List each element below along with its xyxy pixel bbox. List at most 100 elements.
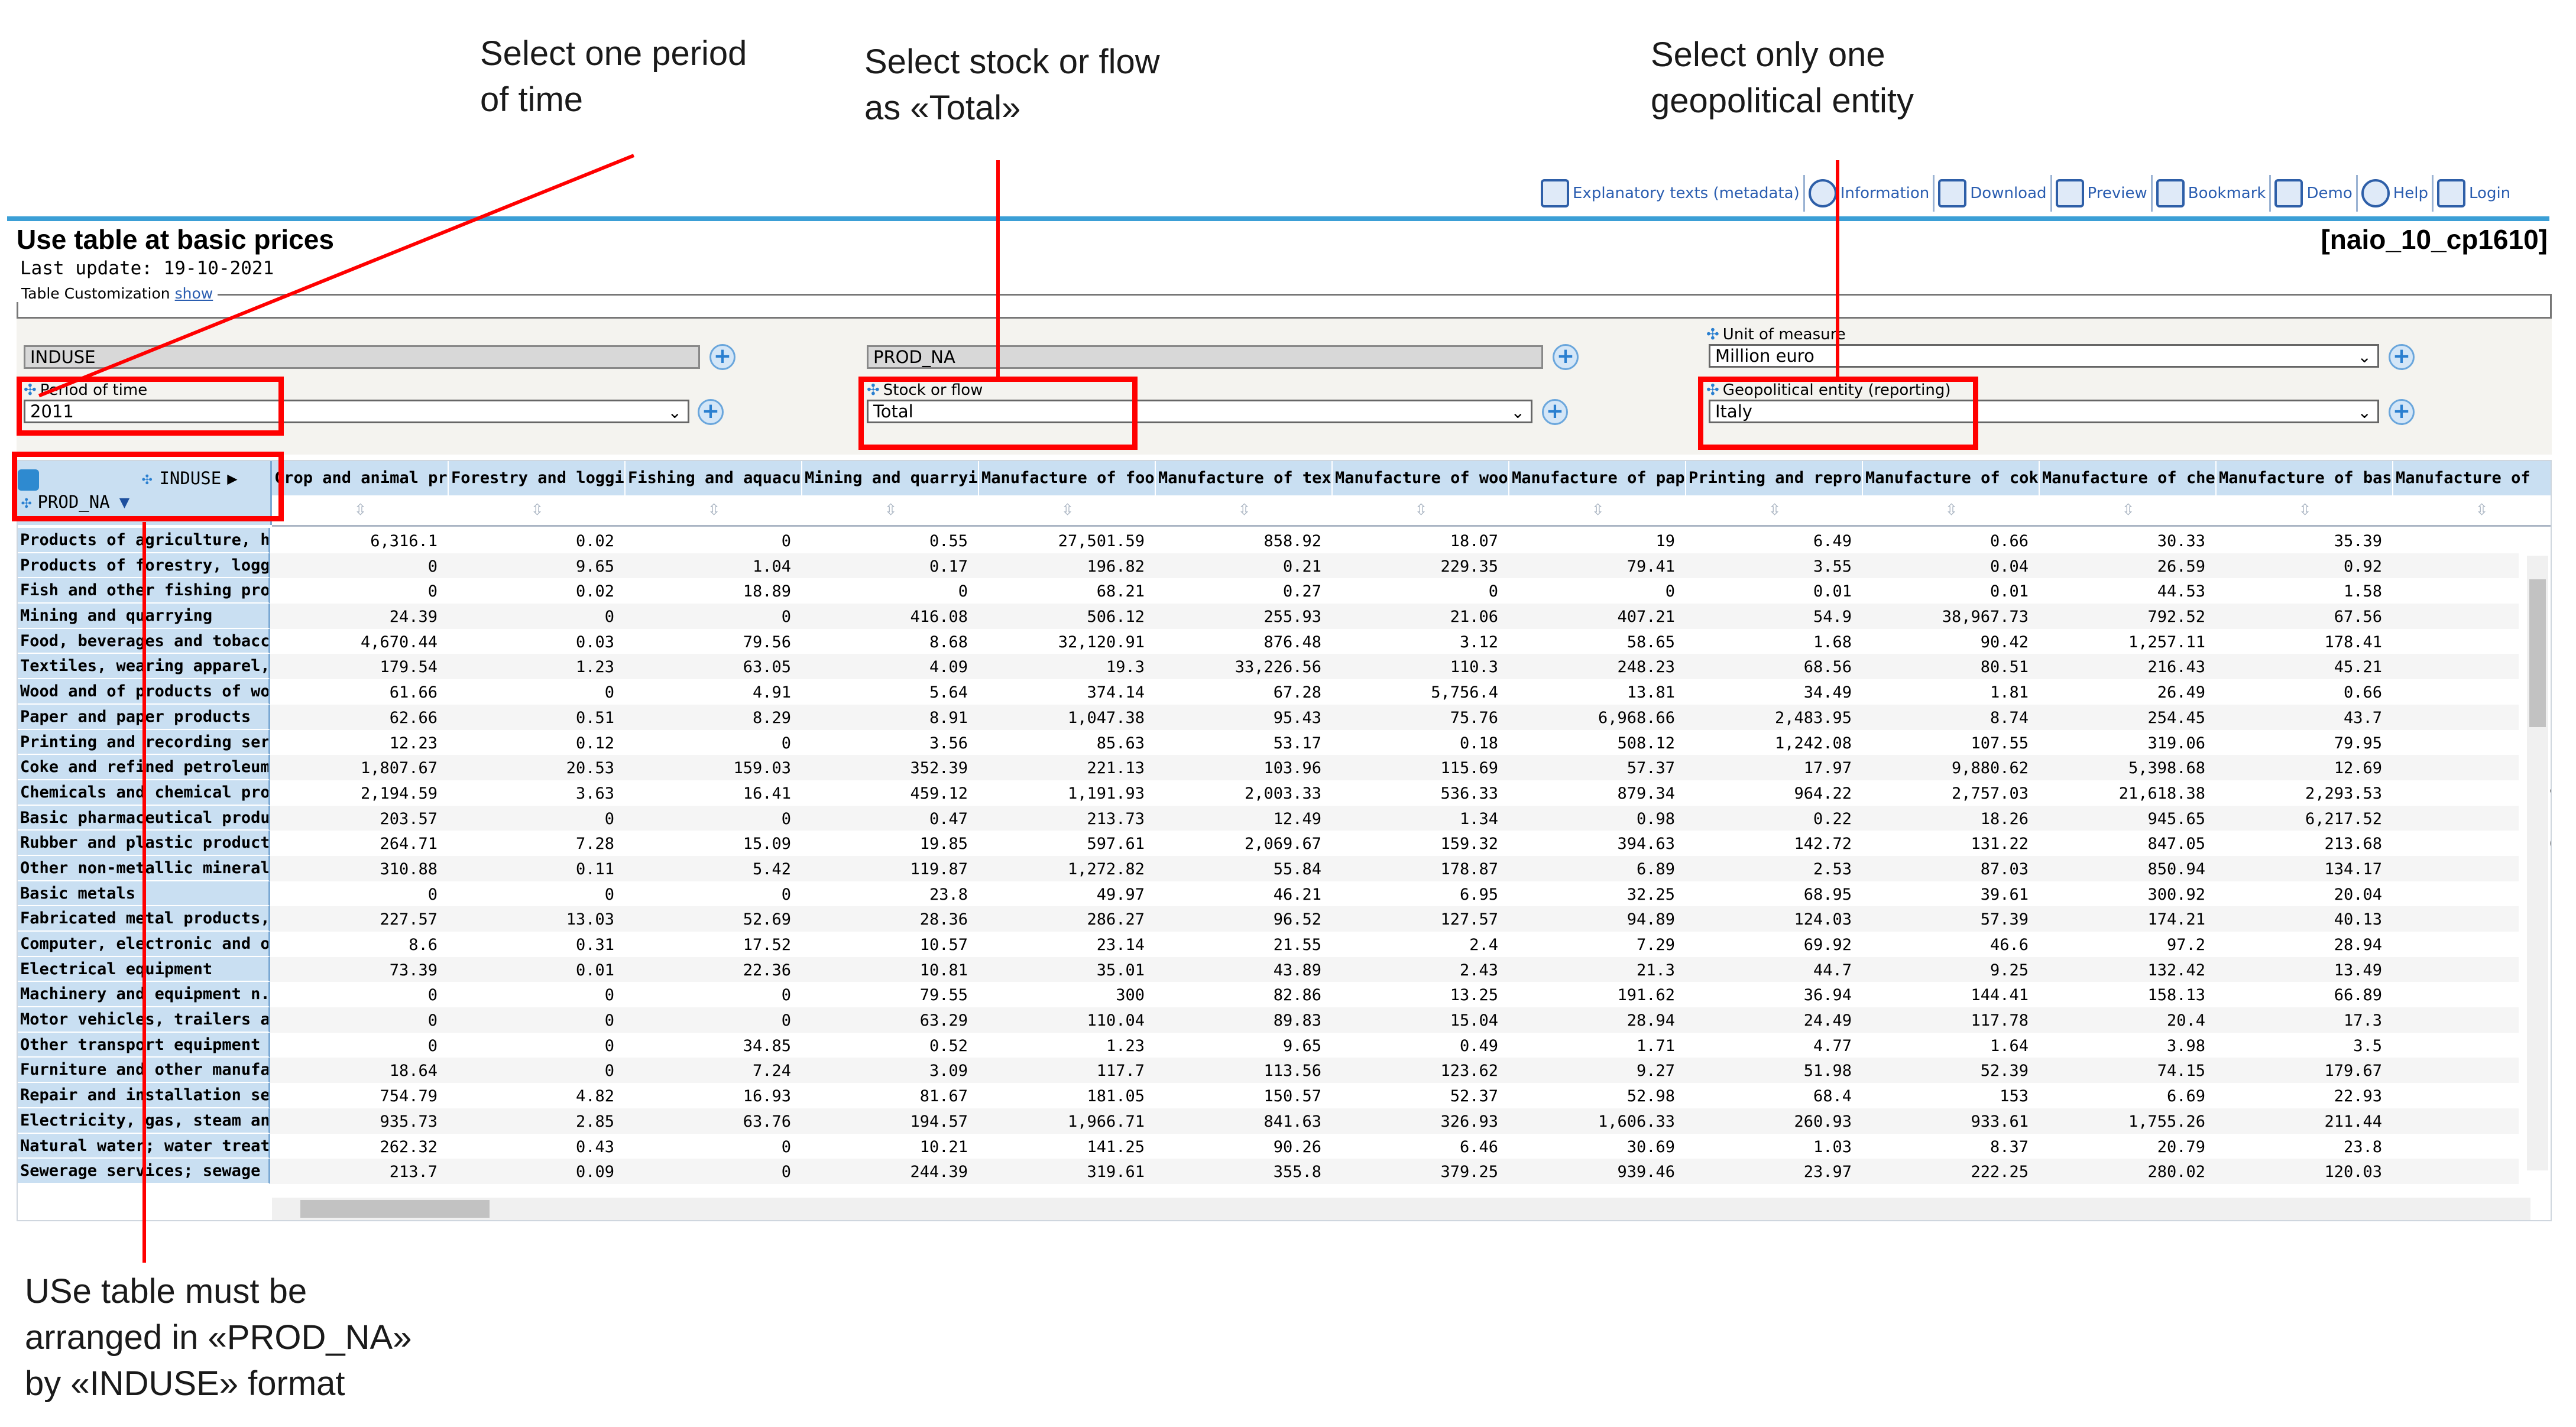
column-header[interactable]: Manufacture of coke (1863, 461, 2040, 495)
table-cell: 22.36 (743, 961, 791, 980)
column-header[interactable]: Manufacture of (2393, 461, 2551, 495)
table-cell: 117.78 (1971, 1011, 2029, 1030)
column-header[interactable]: Manufacture of wood (1333, 461, 1509, 495)
table-cell: 754.79 (380, 1087, 438, 1106)
add-geo-button[interactable]: + (2389, 399, 2415, 425)
table-cell: 0 (604, 1062, 614, 1081)
table-cell: 6.49 (1813, 532, 1852, 550)
induse-dimension-box[interactable]: INDUSE (24, 345, 700, 369)
table-cell (2392, 528, 2551, 553)
column-header[interactable]: Manufacture of chemicals (2040, 461, 2217, 495)
column-header[interactable]: Mining and quarrying (802, 461, 979, 495)
table-cell: 416.08 (910, 608, 968, 627)
table-cell: 0 (604, 885, 614, 904)
table-cell: 0.01 (1989, 582, 2029, 601)
table-cell: 34.85 (743, 1036, 791, 1055)
sort-arrows-icon[interactable]: ⇳ (1863, 495, 2040, 525)
table-cell: 0 (427, 986, 438, 1005)
toolbar-preview-button[interactable]: Preview (2052, 175, 2153, 212)
add-prod-na-button[interactable]: + (1553, 344, 1579, 370)
table-cell: 120.03 (2324, 1163, 2382, 1182)
table-cell: 6.89 (1636, 860, 1675, 878)
table-cell: 32,120.91 (1058, 633, 1145, 651)
horizontal-scrollbar[interactable] (272, 1198, 2530, 1220)
toolbar-label: Explanatory texts (metadata) (1573, 184, 1800, 202)
unit-select[interactable]: Million euro ⌄ (1709, 344, 2379, 368)
toolbar-login-button[interactable]: Login (2434, 175, 2514, 212)
add-period-button[interactable]: + (698, 399, 724, 425)
table-cell: 4.77 (1813, 1036, 1852, 1055)
table-cell: 0 (604, 683, 614, 702)
column-header[interactable]: Crop and animal production (272, 461, 449, 495)
table-cell: 319.61 (1087, 1163, 1145, 1182)
highlight-geo (1698, 377, 1978, 450)
toolbar-bookmark-button[interactable]: Bookmark (2153, 175, 2272, 212)
sort-arrows-icon[interactable]: ⇳ (802, 495, 979, 525)
sort-arrows-icon[interactable]: ⇳ (1686, 495, 1863, 525)
toolbar-demo-button[interactable]: Demo (2271, 175, 2358, 212)
column-header[interactable]: Manufacture of food (979, 461, 1156, 495)
table-cell: 841.63 (1263, 1112, 1321, 1131)
table-cell: 7.24 (752, 1062, 791, 1081)
table-cell: 0.27 (1282, 582, 1321, 601)
table-cell: 80.51 (1980, 658, 2029, 677)
table-cell: 79.56 (743, 633, 791, 651)
table-cell: 66.89 (2334, 986, 2382, 1005)
sort-arrows-icon[interactable]: ⇳ (2217, 495, 2393, 525)
table-cell: 1,257.11 (2128, 633, 2205, 651)
sort-arrows-icon[interactable]: ⇳ (626, 495, 802, 525)
chevron-down-icon: ⌄ (1511, 403, 1525, 422)
sort-arrows-icon[interactable]: ⇳ (1333, 495, 1509, 525)
table-cell: 0 (604, 1036, 614, 1055)
table-cell: 506.12 (1087, 608, 1145, 627)
table-cell: 44.7 (1813, 961, 1852, 980)
sort-arrows-icon[interactable]: ⇳ (449, 495, 626, 525)
sort-arrows-icon[interactable]: ⇳ (2393, 495, 2551, 525)
table-cell: 45.21 (2334, 658, 2382, 677)
table-cell: 0.49 (1459, 1036, 1498, 1055)
table-cell: 310.88 (380, 860, 438, 878)
toolbar-metadata-button[interactable]: Explanatory texts (metadata) (1537, 175, 1805, 212)
sort-arrows-icon[interactable]: ⇳ (2040, 495, 2217, 525)
table-cell: 40.13 (2334, 910, 2382, 929)
table-cell: 107.55 (1971, 734, 2029, 753)
column-header[interactable]: Manufacture of textiles (1156, 461, 1333, 495)
column-header[interactable]: Fishing and aquaculture (626, 461, 802, 495)
sort-arrows-icon[interactable]: ⇳ (979, 495, 1156, 525)
toolbar-information-button[interactable]: Information (1805, 175, 1935, 212)
vertical-scroll-thumb[interactable] (2529, 579, 2546, 727)
table-cell: 15.04 (1450, 1011, 1498, 1030)
column-header[interactable]: Manufacture of paper (1509, 461, 1686, 495)
column-header[interactable]: Forestry and logging (449, 461, 626, 495)
toolbar-label: Help (2393, 184, 2429, 202)
table-cell: 17.3 (2343, 1011, 2382, 1030)
column-header[interactable]: Printing and reproduction (1686, 461, 1863, 495)
table-cell: 0 (781, 1163, 791, 1182)
table-cell: 4,670.44 (360, 633, 438, 651)
table-cell: 0.22 (1813, 809, 1852, 828)
column-header[interactable]: Manufacture of basic (2217, 461, 2393, 495)
prod-na-dimension-box[interactable]: PROD_NA (867, 345, 1543, 369)
table-cell: 18.26 (1980, 809, 2029, 828)
table-cell: 0.51 (575, 708, 614, 727)
toolbar-help-button[interactable]: Help (2358, 175, 2434, 212)
table-cell: 0 (604, 608, 614, 627)
sort-arrows-icon[interactable]: ⇳ (272, 495, 449, 525)
customization-show-link[interactable]: show (175, 285, 213, 302)
vertical-scrollbar[interactable] (2527, 556, 2548, 1170)
add-induse-button[interactable]: + (709, 344, 735, 370)
toolbar-label: Login (2469, 184, 2511, 202)
horizontal-scroll-thumb[interactable] (300, 1200, 490, 1218)
toolbar-download-button[interactable]: Download (1935, 175, 2052, 212)
add-unit-button[interactable]: + (2389, 344, 2415, 370)
add-stock-flow-button[interactable]: + (1542, 399, 1568, 425)
table-cell: 21.55 (1273, 936, 1321, 954)
table-cell: 459.12 (910, 784, 968, 803)
table-cell: 39.61 (1980, 885, 2029, 904)
sort-arrows-icon[interactable]: ⇳ (1509, 495, 1686, 525)
table-cell: 28.94 (2334, 936, 2382, 954)
pointer-line-format (142, 522, 146, 1263)
sort-arrows-icon[interactable]: ⇳ (1156, 495, 1333, 525)
sort-controls: ⇳ ⇳ ⇳ ⇳ ⇳ ⇳ ⇳ ⇳ ⇳ ⇳ ⇳ ⇳ ⇳ (272, 495, 2551, 527)
table-cell: 26.59 (2157, 557, 2205, 576)
